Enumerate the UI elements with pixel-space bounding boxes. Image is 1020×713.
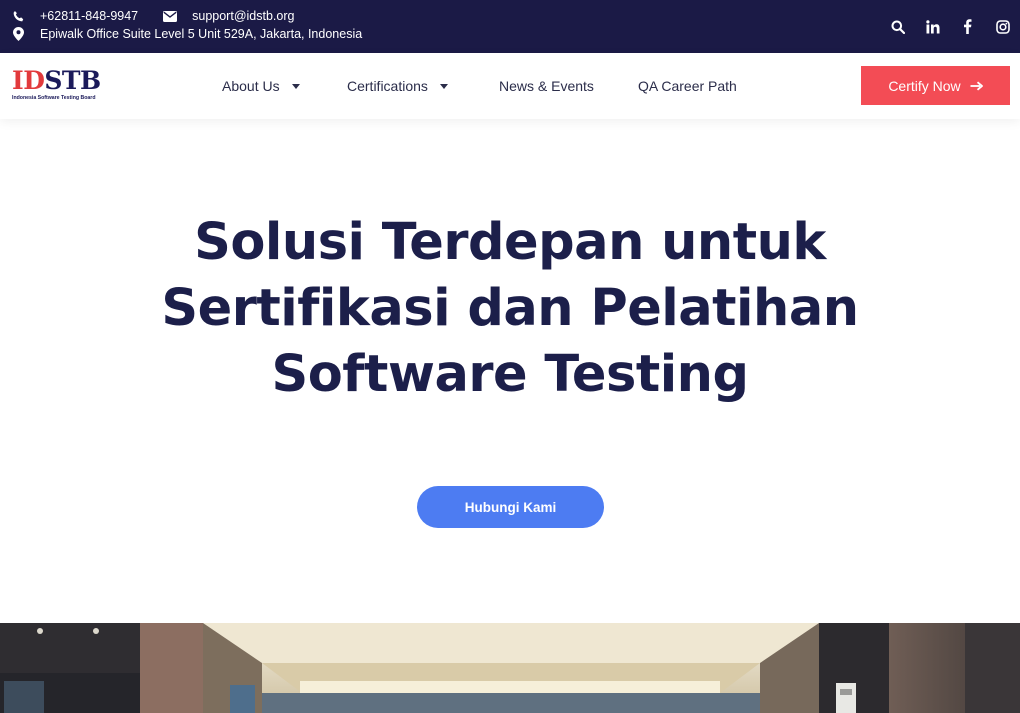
map-marker-icon <box>11 27 25 41</box>
contact-us-button[interactable]: Hubungi Kami <box>417 486 604 528</box>
phone-icon <box>11 9 25 23</box>
topbar-icons <box>880 0 1020 53</box>
search-icon[interactable] <box>880 9 915 44</box>
nav-item-label: Certifications <box>347 78 428 94</box>
linkedin-icon[interactable] <box>915 9 950 44</box>
idstb-logo[interactable]: IDSTB Indonesia Software Testing Board <box>12 68 104 104</box>
arrow-right-icon <box>970 81 983 91</box>
caret-down-icon <box>291 83 300 89</box>
event-hall-photo <box>0 623 1020 713</box>
address-row: Epiwalk Office Suite Level 5 Unit 529A, … <box>11 26 362 42</box>
certify-now-button[interactable]: Certify Now <box>861 66 1010 105</box>
email-address[interactable]: support@idstb.org <box>192 9 294 23</box>
logo-wordmark: IDSTB <box>12 68 104 94</box>
certify-now-label: Certify Now <box>888 77 961 94</box>
nav-item-certifications[interactable]: Certifications <box>347 53 448 119</box>
nav-item-qa-career-path[interactable]: QA Career Path <box>638 53 737 119</box>
hero-title: Solusi Terdepan untuk Sertifikasi dan Pe… <box>161 213 859 404</box>
logo-stb-part: STB <box>44 66 101 95</box>
logo-id-part: ID <box>12 66 45 95</box>
contact-row: +62811-848-9947 support@idstb.org <box>11 8 294 24</box>
main-header: IDSTB Indonesia Software Testing Board A… <box>0 53 1020 119</box>
envelope-icon <box>163 9 178 23</box>
office-address: Epiwalk Office Suite Level 5 Unit 529A, … <box>40 27 363 41</box>
instagram-icon[interactable] <box>985 9 1020 44</box>
nav-item-label: About Us <box>222 78 280 94</box>
logo-tagline: Indonesia Software Testing Board <box>12 95 96 101</box>
nav-item-about-us[interactable]: About Us <box>222 53 300 119</box>
phone-number[interactable]: +62811-848-9947 <box>40 9 138 23</box>
nav-item-label: QA Career Path <box>638 78 737 94</box>
caret-down-icon <box>439 83 448 89</box>
nav-item-label: News & Events <box>499 78 594 94</box>
top-contact-bar: +62811-848-9947 support@idstb.org Epiwal… <box>0 0 1020 53</box>
nav-item-news-events[interactable]: News & Events <box>499 53 594 119</box>
facebook-icon[interactable] <box>950 9 985 44</box>
